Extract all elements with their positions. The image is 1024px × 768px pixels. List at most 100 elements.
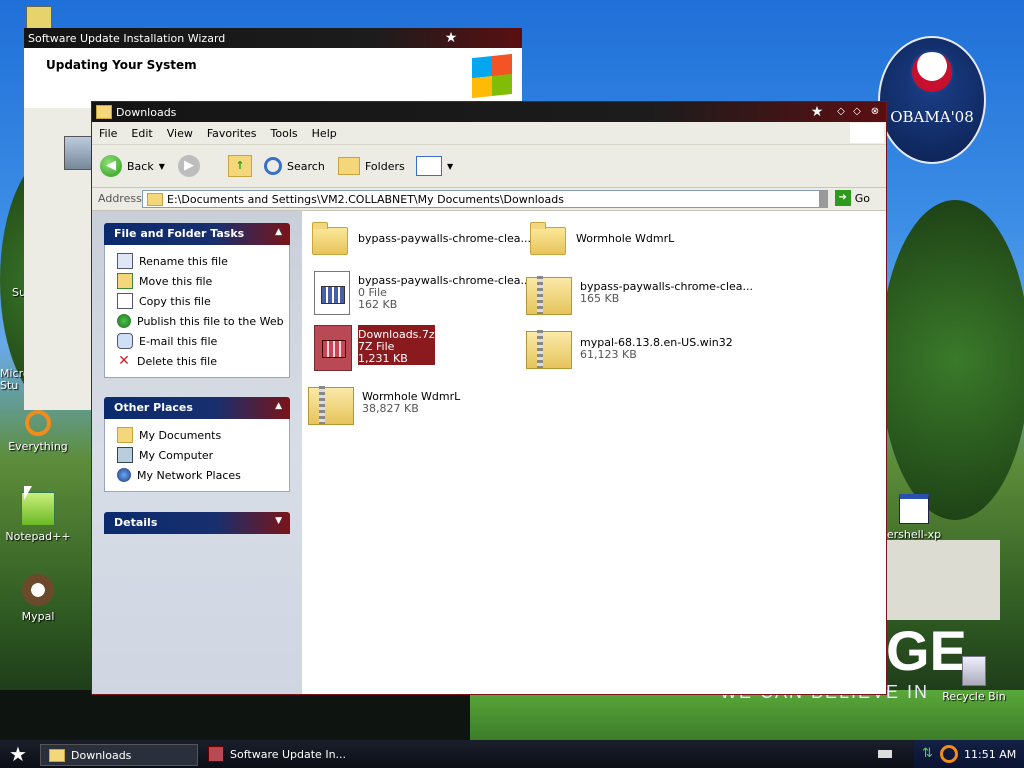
menu-favorites[interactable]: Favorites	[200, 122, 264, 140]
desktop-icon-notepadpp[interactable]: Notepad++	[0, 492, 76, 543]
place-my-computer[interactable]: My Computer	[105, 445, 289, 465]
details-header[interactable]: Details ▼	[104, 512, 290, 534]
zip-icon	[306, 383, 354, 425]
task-label: Move this file	[139, 274, 213, 288]
folder-icon	[310, 219, 350, 261]
place-my-network[interactable]: My Network Places	[105, 465, 289, 485]
task-rename[interactable]: Rename this file	[105, 251, 289, 271]
file-item[interactable]: mypal-68.13.8.en-US.win32 61,123 KB	[524, 327, 733, 369]
copy-icon	[117, 293, 133, 309]
delete-icon: ✕	[118, 353, 130, 369]
explorer-title: Downloads	[116, 106, 177, 119]
file-size: 1,231 KB	[358, 352, 408, 365]
file-tasks-panel: File and Folder Tasks ▲ Rename this file…	[104, 223, 290, 378]
folder-icon	[147, 192, 163, 206]
explorer-window[interactable]: Downloads ★ ◇ ◇ ⊗ File Edit View Favorites T…	[91, 101, 887, 695]
forward-button[interactable]: ▶	[178, 154, 200, 178]
star-icon: ★	[810, 104, 824, 120]
file-tasks-title: File and Folder Tasks	[114, 227, 245, 240]
wizard-titlebar[interactable]: Software Update Installation Wizard ★	[24, 28, 522, 48]
address-input[interactable]: E:\Documents and Settings\VM2.COLLABNET\…	[142, 190, 820, 208]
desktop-icon-mypal[interactable]: Mypal	[0, 574, 76, 623]
desktop-icon-label: Recycle Bin	[942, 690, 1006, 703]
desktop-icon-label: Everything	[8, 440, 68, 453]
place-label: My Computer	[139, 448, 214, 462]
go-arrow-icon: ➜	[834, 190, 851, 206]
menu-help[interactable]: Help	[305, 122, 344, 140]
file-item[interactable]: Wormhole WdmrL	[528, 219, 674, 261]
system-tray: ⇅ 11:51 AM	[914, 740, 1024, 768]
go-button[interactable]: ➜ Go	[834, 190, 870, 206]
place-my-documents[interactable]: My Documents	[105, 425, 289, 445]
folders-button[interactable]: Folders	[338, 154, 405, 178]
dropdown-arrow-icon: ▼	[447, 161, 454, 171]
desktop-icon-label: ershell-xp	[886, 528, 942, 541]
keyboard-icon[interactable]	[878, 750, 892, 758]
task-label: Delete this file	[137, 354, 217, 368]
network-tray-icon[interactable]: ⇅	[922, 746, 936, 761]
menu-edit[interactable]: Edit	[124, 122, 159, 140]
folders-icon	[338, 157, 360, 175]
other-places-header[interactable]: Other Places ▲	[104, 397, 290, 419]
close-button[interactable]: ⊗	[868, 105, 882, 119]
address-dropdown-button[interactable]	[820, 190, 828, 208]
file-size: 165 KB	[580, 292, 620, 305]
forward-arrow-icon: ▶	[178, 155, 200, 177]
search-button[interactable]: Search	[264, 154, 325, 178]
mouse-cursor-icon	[24, 486, 32, 500]
collapse-icon[interactable]: ▲	[275, 227, 282, 237]
search-icon	[264, 157, 282, 175]
explorer-titlebar[interactable]: Downloads ★ ◇ ◇ ⊗	[92, 102, 886, 122]
maximize-button[interactable]: ◇	[850, 105, 864, 119]
star-icon: ★	[444, 30, 458, 46]
up-folder-button[interactable]: ↑	[228, 154, 252, 178]
recycle-bin-icon	[962, 656, 986, 686]
address-value: E:\Documents and Settings\VM2.COLLABNET\…	[167, 192, 564, 206]
views-button[interactable]: ▼	[416, 154, 453, 178]
minimize-button[interactable]: ◇	[834, 105, 848, 119]
back-button[interactable]: ◀ Back ▼	[100, 154, 165, 178]
address-bar: Address E:\Documents and Settings\VM2.CO…	[92, 188, 886, 211]
clock[interactable]: 11:51 AM	[964, 748, 1016, 761]
task-delete[interactable]: ✕ Delete this file	[105, 351, 289, 371]
obama-badge: OBAMA'08	[878, 36, 986, 164]
file-item[interactable]: bypass-paywalls-chrome-clea... 0 File 16…	[310, 271, 531, 315]
file-item[interactable]: Wormhole WdmrL 38,827 KB	[306, 383, 460, 425]
desktop-icon-label: Notepad++	[5, 530, 71, 543]
taskbar-task-software-update[interactable]: Software Update In...	[200, 744, 358, 764]
move-icon	[117, 273, 133, 289]
task-email[interactable]: E-mail this file	[105, 331, 289, 351]
menu-file[interactable]: File	[92, 122, 124, 140]
file-tasks-header[interactable]: File and Folder Tasks ▲	[104, 223, 290, 245]
task-move[interactable]: Move this file	[105, 271, 289, 291]
other-places-title: Other Places	[114, 401, 193, 414]
file-item[interactable]: bypass-paywalls-chrome-clea... 165 KB	[524, 273, 753, 315]
folder-icon	[528, 219, 568, 261]
taskbar: ★ Downloads Software Update In... ⇅ 11:5…	[0, 740, 1024, 768]
task-label: Rename this file	[139, 254, 228, 268]
task-publish[interactable]: Publish this file to the Web	[105, 311, 289, 331]
desktop-icon-recycle-bin[interactable]: Recycle Bin	[936, 656, 1012, 703]
collapse-icon[interactable]: ▲	[275, 401, 282, 411]
taskbar-task-downloads[interactable]: Downloads	[40, 744, 198, 766]
menu-tools[interactable]: Tools	[264, 122, 305, 140]
file-item[interactable]: bypass-paywalls-chrome-clea...	[310, 219, 531, 261]
task-copy[interactable]: Copy this file	[105, 291, 289, 311]
search-tray-icon[interactable]	[940, 745, 958, 763]
desktop-icon-everything[interactable]: Everything	[0, 410, 76, 453]
rename-icon	[117, 253, 133, 269]
desktop-icon-ershell[interactable]: ershell-xp	[876, 494, 952, 541]
desktop-icon-micro-stu[interactable]: Micro Stu	[0, 368, 30, 392]
views-icon	[416, 156, 442, 176]
menu-view[interactable]: View	[160, 122, 200, 140]
start-button[interactable]: ★	[4, 742, 32, 766]
file-tasks-body: Rename this file Move this file Copy thi…	[104, 245, 290, 378]
task-label: Downloads	[71, 748, 132, 762]
file-list: bypass-paywalls-chrome-clea... Wormhole …	[302, 211, 886, 694]
file-size: 162 KB	[358, 298, 398, 311]
zip-icon	[524, 273, 572, 315]
folders-label: Folders	[365, 159, 405, 173]
file-item-selected[interactable]: Downloads.7z 7Z File 1,231 KB	[310, 325, 435, 371]
expand-icon[interactable]: ▼	[275, 516, 282, 526]
obama-badge-text: OBAMA'08	[890, 108, 974, 126]
